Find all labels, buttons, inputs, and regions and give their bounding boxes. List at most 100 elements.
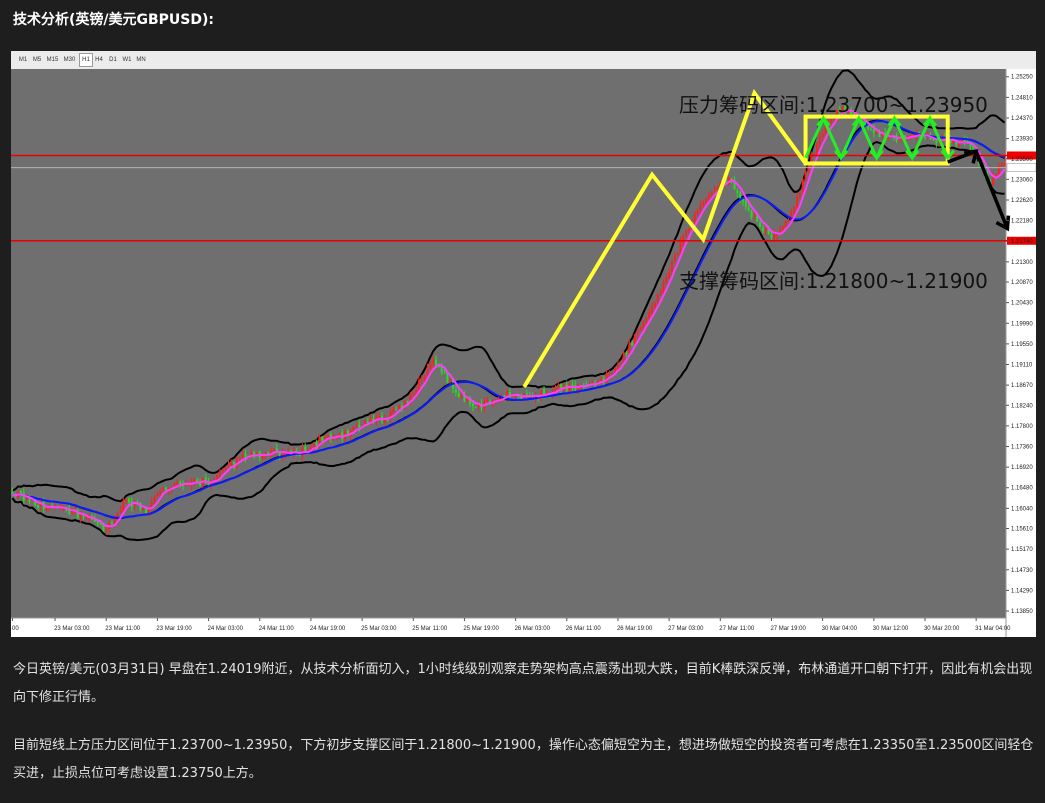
candle-body — [238, 457, 241, 459]
candle-body — [127, 498, 130, 503]
candle-body — [119, 510, 122, 513]
y-tick-label: 1.18240 — [1011, 403, 1033, 409]
candle-body — [142, 508, 145, 510]
y-tick-label: 1.24370 — [1011, 116, 1033, 122]
candle-body — [432, 359, 435, 364]
candle-body — [759, 222, 762, 227]
timeframe-m1[interactable]: M1 — [17, 54, 29, 66]
candle-body — [787, 220, 790, 222]
candle-body — [406, 400, 409, 402]
candle-body — [164, 487, 167, 490]
candle-body — [952, 140, 955, 144]
candle-body — [28, 499, 31, 502]
candle-body — [449, 379, 452, 383]
candle-body — [82, 515, 85, 517]
candle-body — [611, 373, 614, 375]
candle-body — [221, 469, 224, 471]
y-tick-label: 1.16040 — [1011, 506, 1033, 512]
candle-body — [622, 352, 625, 364]
candle-body — [25, 498, 28, 500]
x-tick-label: 25 Mar 19:00 — [463, 626, 499, 632]
candle-body — [525, 393, 528, 395]
candle-body — [241, 454, 244, 457]
candle-body — [702, 202, 705, 206]
candle-body — [298, 455, 301, 457]
candle-body — [352, 427, 355, 431]
candle-body — [125, 498, 128, 503]
candle-body — [784, 220, 787, 228]
candle-body — [801, 178, 804, 192]
y-tick-label: 1.19550 — [1011, 342, 1033, 348]
y-tick-label: 1.20430 — [1011, 301, 1033, 307]
candle-body — [696, 210, 699, 215]
candle-body — [898, 139, 901, 141]
candle-body — [560, 383, 563, 389]
candle-body — [216, 475, 219, 480]
candle-body — [798, 192, 801, 197]
candle-body — [412, 393, 415, 395]
candle-body — [79, 515, 82, 518]
timeframe-mn[interactable]: MN — [135, 54, 147, 66]
candle-body — [815, 144, 818, 155]
candle-body — [645, 318, 648, 322]
y-tick-label: 1.21740 — [1011, 239, 1033, 245]
candle-body — [153, 496, 156, 502]
candle-body — [486, 399, 489, 402]
candle-body — [668, 272, 671, 279]
timeframe-h4[interactable]: H4 — [93, 54, 105, 66]
timeframe-h1[interactable]: H1 — [79, 53, 93, 67]
timeframe-m15[interactable]: M15 — [45, 54, 60, 66]
candle-body — [682, 235, 685, 243]
timeframe-d1[interactable]: D1 — [107, 54, 119, 66]
candle-body — [37, 505, 40, 508]
timeframe-m5[interactable]: M5 — [31, 54, 43, 66]
candle-body — [656, 294, 659, 303]
candle-body — [156, 493, 159, 497]
y-tick-label: 1.21300 — [1011, 260, 1033, 266]
x-tick-label: 30 Mar 20:00 — [924, 626, 960, 632]
timeframe-w1[interactable]: W1 — [121, 54, 133, 66]
x-tick-label: 24 Mar 03:00 — [208, 626, 244, 632]
candle-body — [122, 501, 125, 512]
candle-body — [676, 253, 679, 256]
candle-body — [747, 207, 750, 211]
candle-body — [423, 375, 426, 381]
candle-body — [887, 137, 890, 139]
candle-body — [179, 481, 182, 484]
candle-body — [616, 364, 619, 369]
candle-body — [230, 463, 233, 466]
candle-body — [159, 490, 162, 494]
candle-body — [875, 131, 878, 133]
candle-body — [417, 380, 420, 391]
candle-body — [770, 234, 773, 238]
timeframe-m30[interactable]: M30 — [62, 54, 77, 66]
candle-body — [869, 128, 872, 130]
candle-body — [255, 453, 258, 455]
candle-body — [653, 303, 656, 308]
y-tick-label: 1.23500 — [1011, 157, 1033, 163]
candle-body — [162, 487, 165, 490]
y-tick-label: 1.14290 — [1011, 588, 1033, 594]
candle-body — [651, 305, 654, 314]
candle-body — [796, 197, 799, 208]
candle-body — [793, 206, 796, 213]
candle-body — [958, 144, 961, 147]
y-tick-label: 1.16480 — [1011, 486, 1033, 492]
candle-body — [420, 380, 423, 382]
candle-body — [628, 343, 631, 354]
candle-body — [821, 133, 824, 138]
candle-body — [659, 292, 662, 294]
y-tick-label: 1.18670 — [1011, 383, 1033, 389]
candle-body — [639, 327, 642, 331]
candle-body — [736, 190, 739, 193]
price-chart[interactable]: 1.25250 1.24810 1.24370 1.23930 1.23500 1.230… — [11, 69, 1036, 637]
candle-body — [59, 508, 62, 510]
chart-window[interactable]: M1 M5 M15 M30 H1 H4 D1 W1 MN 1.25250 1.24810 1.243… — [11, 51, 1036, 637]
candle-body — [272, 448, 275, 452]
candle-body — [673, 255, 676, 261]
x-tick-label: 27 Mar 19:00 — [770, 626, 806, 632]
candle-body — [688, 228, 691, 231]
candle-body — [224, 467, 227, 470]
candle-body — [739, 192, 742, 199]
x-tick-label: 00 — [12, 626, 19, 632]
